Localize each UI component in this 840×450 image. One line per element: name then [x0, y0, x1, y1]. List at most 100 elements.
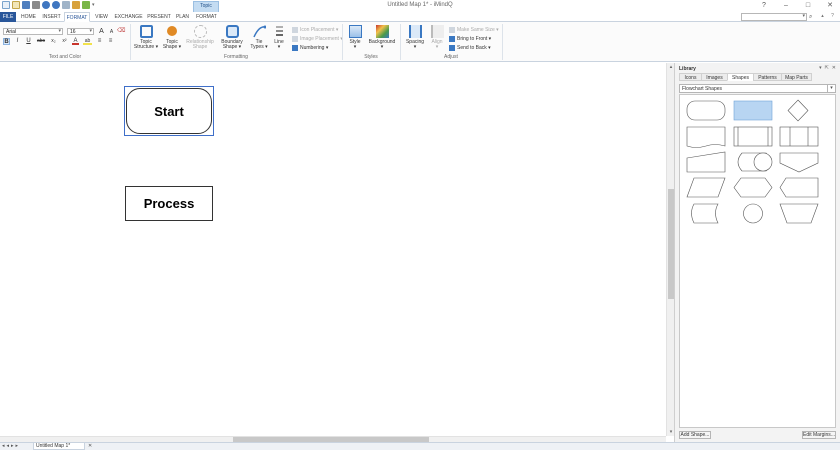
help-icon[interactable]: ? [758, 1, 770, 10]
open-icon[interactable] [12, 1, 20, 9]
tie-types-button[interactable]: Tie Types ▾ [248, 25, 270, 50]
star-icon[interactable] [82, 1, 90, 9]
library-title: Library [679, 66, 696, 72]
library-tab-icons[interactable]: Icons [679, 73, 701, 81]
redo-icon[interactable] [52, 1, 60, 9]
print-icon[interactable] [32, 1, 40, 9]
shrink-font-button[interactable]: A [108, 29, 115, 36]
save-icon[interactable] [22, 1, 30, 9]
undo-icon[interactable] [42, 1, 50, 9]
grow-font-button[interactable]: A [98, 28, 105, 35]
make-same-size-button[interactable]: Make Same Size ▾ [449, 26, 499, 33]
search-icon[interactable]: ⌕ [809, 13, 817, 21]
highlight-button[interactable]: ab [83, 38, 92, 45]
close-sheet-icon[interactable]: ✕ [88, 443, 92, 450]
tie-types-icon [252, 25, 266, 38]
font-color-button[interactable]: A [72, 38, 79, 45]
tab-plan[interactable]: PLAN [174, 12, 191, 22]
shape-manual-operation-left [779, 177, 819, 198]
quick-access-toolbar: ▾ [2, 1, 100, 9]
shape-terminator [686, 100, 726, 121]
bring-to-front-icon [449, 35, 455, 42]
minimize-icon[interactable]: – [780, 1, 792, 10]
tab-insert[interactable]: INSERT [40, 12, 63, 22]
shape-circle-side [753, 152, 773, 172]
help-circle-icon[interactable]: ? [829, 13, 836, 20]
prev-sheet-icon[interactable]: ◂ [7, 443, 10, 450]
group-label-adjust: Adjust [444, 54, 458, 60]
tab-topic-format[interactable]: FORMAT [194, 12, 219, 22]
background-button[interactable]: Background ▾ [367, 25, 397, 50]
collapse-ribbon-icon[interactable]: ▴ [819, 13, 826, 20]
context-tab-topic[interactable]: Topic [193, 1, 219, 12]
font-name-select[interactable]: Arial [3, 28, 63, 35]
tab-present[interactable]: PRESENT [146, 12, 172, 22]
library-options-icon[interactable]: ▾ [819, 65, 822, 71]
last-sheet-icon[interactable]: ▸ [16, 443, 19, 450]
library-tab-images[interactable]: Images [701, 73, 727, 81]
lock-icon[interactable] [72, 1, 80, 9]
tab-view[interactable]: VIEW [92, 12, 111, 22]
background-icon [375, 25, 389, 38]
edit-margins-button[interactable]: Edit Margins... [802, 431, 836, 439]
align-text-button[interactable]: ≡ [96, 38, 103, 45]
close-icon[interactable]: ✕ [824, 1, 836, 10]
tab-exchange[interactable]: EXCHANGE [113, 12, 144, 22]
numbering-button[interactable]: Numbering ▾ [292, 44, 328, 51]
vertical-scrollbar[interactable]: ▴ ▾ [666, 63, 674, 436]
icon-placement-button[interactable]: Icon Placement ▾ [292, 26, 338, 33]
shape-predefined-process [733, 126, 773, 147]
italic-button[interactable]: I [14, 38, 21, 45]
font-size-select[interactable]: 16 [67, 28, 94, 35]
tab-home[interactable]: HOME [18, 12, 39, 22]
superscript-button[interactable]: x² [61, 38, 68, 45]
topic-structure-button[interactable]: Topic Structure ▾ [133, 25, 159, 50]
tab-format[interactable]: FORMAT [64, 12, 90, 22]
line-button[interactable]: Line ▾ [271, 25, 287, 50]
title-bar: ▾ Topic Untitled Map 1* - iMindQ ? – □ ✕ [0, 0, 840, 12]
style-button[interactable]: Style ▾ [345, 25, 365, 50]
relationship-shape-icon [193, 25, 207, 38]
topic-start[interactable]: Start [126, 88, 212, 134]
shape-stored-data [691, 203, 719, 224]
underline-button[interactable]: U [25, 38, 32, 45]
shapes-grid [679, 94, 836, 428]
new-map-icon[interactable] [2, 1, 10, 9]
list-button[interactable]: ≡ [107, 38, 114, 45]
chevron-down-icon[interactable]: ▾ [827, 85, 835, 92]
clear-format-icon[interactable]: ⌫ [117, 28, 125, 35]
library-tab-map-parts[interactable]: Map Parts [781, 73, 812, 81]
customize-qat-icon[interactable]: ▾ [92, 1, 100, 9]
library-close-icon[interactable]: ✕ [832, 65, 836, 71]
bring-to-front-button[interactable]: Bring to Front ▾ [449, 35, 491, 42]
icon-placement-icon [292, 26, 298, 33]
next-sheet-icon[interactable]: ▸ [11, 443, 14, 450]
maximize-icon[interactable]: □ [802, 1, 814, 10]
topic-shape-button[interactable]: Topic Shape ▾ [160, 25, 184, 50]
shape-internal-storage [779, 126, 819, 147]
subscript-button[interactable]: x₂ [50, 38, 57, 45]
align-button[interactable]: Align ▾ [428, 25, 446, 50]
tab-file[interactable]: FILE [0, 12, 16, 22]
bold-button[interactable]: B [3, 38, 10, 45]
send-to-back-icon [449, 44, 455, 51]
topic-shape-icon [167, 26, 177, 36]
first-sheet-icon[interactable]: ◂ [2, 443, 5, 450]
add-shape-button[interactable]: Add Shape... [679, 431, 711, 439]
strikethrough-button[interactable]: abc [36, 38, 46, 45]
export-icon[interactable] [62, 1, 70, 9]
shapes-gallery [686, 99, 819, 224]
library-dock-icon[interactable]: ⇱ [825, 65, 829, 71]
library-tab-shapes[interactable]: Shapes [727, 73, 753, 81]
topic-process[interactable]: Process [125, 186, 213, 221]
spacing-button[interactable]: Spacing ▾ [403, 25, 427, 50]
sheet-tab-untitled-map[interactable]: Untitled Map 1* [33, 443, 85, 450]
boundary-shape-button[interactable]: Boundary Shape ▾ [218, 25, 246, 50]
map-canvas[interactable]: Start Process [0, 63, 666, 436]
search-input[interactable] [741, 13, 807, 21]
image-placement-button[interactable]: Image Placement ▾ [292, 35, 343, 42]
library-tab-patterns[interactable]: Patterns [753, 73, 781, 81]
send-to-back-button[interactable]: Send to Back ▾ [449, 44, 491, 51]
relationship-shape-button[interactable]: Relationship Shape [185, 25, 215, 50]
shape-category-select[interactable]: Flowchart Shapes ▾ [679, 84, 836, 93]
